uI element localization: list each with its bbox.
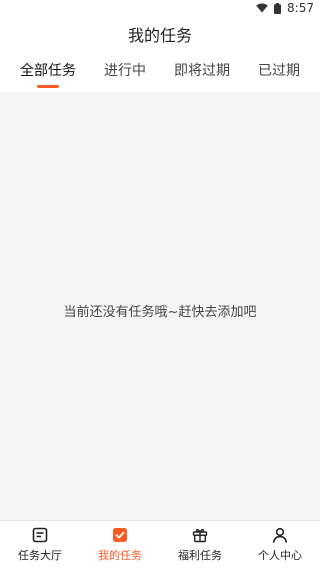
header: 我的任务 xyxy=(0,16,320,52)
tab-label: 已过期 xyxy=(258,63,300,79)
user-icon xyxy=(273,527,287,543)
status-time: 8:57 xyxy=(287,1,314,15)
gift-icon xyxy=(192,529,208,543)
nav-label: 我的任务 xyxy=(98,549,142,562)
tab-in-progress[interactable]: 进行中 xyxy=(98,54,152,90)
bottom-nav: 任务大厅 我的任务 福利任务 个人中心 xyxy=(0,520,320,569)
tab-label: 即将过期 xyxy=(174,63,230,79)
status-bar: 8:57 xyxy=(0,0,320,16)
task-hall-icon xyxy=(32,527,48,543)
nav-item-welfare-tasks[interactable]: 福利任务 xyxy=(160,521,240,569)
tab-label: 全部任务 xyxy=(20,63,76,79)
tab-all-tasks[interactable]: 全部任务 xyxy=(14,54,82,90)
my-tasks-icon xyxy=(113,528,127,542)
nav-label: 福利任务 xyxy=(178,549,222,562)
nav-item-my-tasks[interactable]: 我的任务 xyxy=(80,521,160,569)
nav-label: 任务大厅 xyxy=(18,549,62,562)
nav-item-task-hall[interactable]: 任务大厅 xyxy=(0,521,80,569)
page-title: 我的任务 xyxy=(127,26,192,45)
tab-label: 进行中 xyxy=(104,63,146,79)
tab-expired[interactable]: 已过期 xyxy=(252,54,306,90)
nav-item-personal-center[interactable]: 个人中心 xyxy=(240,521,320,569)
task-list-area: 当前还没有任务哦~赶快去添加吧 xyxy=(0,92,320,520)
battery-icon xyxy=(274,2,282,14)
app-screen: 8:57 我的任务 全部任务 进行中 即将过期 已过期 当前还没有任务哦~赶快去… xyxy=(0,0,320,569)
wifi-icon xyxy=(256,3,268,13)
active-tab-indicator xyxy=(37,85,59,88)
empty-state-message: 当前还没有任务哦~赶快去添加吧 xyxy=(63,304,257,320)
tab-expiring-soon[interactable]: 即将过期 xyxy=(168,54,236,90)
task-tabs: 全部任务 进行中 即将过期 已过期 xyxy=(0,52,320,92)
nav-label: 个人中心 xyxy=(258,549,302,562)
